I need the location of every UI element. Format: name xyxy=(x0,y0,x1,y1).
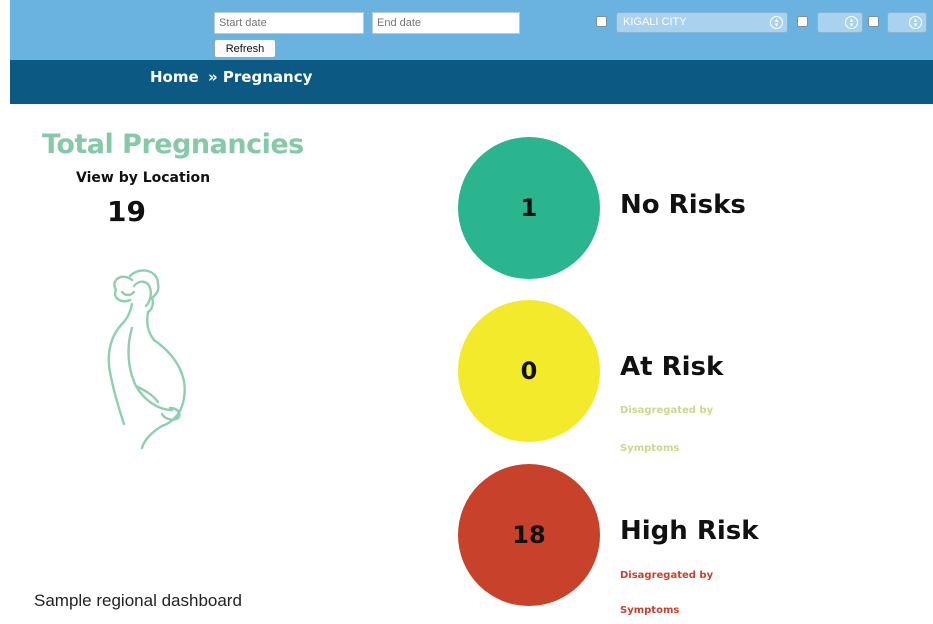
breadcrumb-bar xyxy=(10,60,933,104)
at-risk-symptoms-link[interactable]: Symptoms xyxy=(620,443,679,454)
high-risk-circle[interactable]: 18 xyxy=(458,464,600,606)
select-arrows-icon: ▴ ▾ xyxy=(845,16,858,29)
view-by-location-link[interactable]: View by Location xyxy=(76,170,210,186)
region-checkbox[interactable] xyxy=(596,16,607,27)
at-risk-count: 0 xyxy=(520,357,538,385)
breadcrumb-current: » Pregnancy xyxy=(208,68,313,86)
no-risks-circle[interactable]: 1 xyxy=(458,137,600,279)
figure-caption: Sample regional dashboard xyxy=(34,591,242,610)
at-risk-label: At Risk xyxy=(620,352,724,382)
start-date-input[interactable] xyxy=(214,12,364,34)
select-arrows-icon: ▴ ▾ xyxy=(770,16,783,29)
total-count: 19 xyxy=(107,195,146,228)
breadcrumb-home-link[interactable]: Home xyxy=(150,68,199,86)
at-risk-disaggregated-link[interactable]: Disagregated by xyxy=(620,405,713,416)
region-select-value: KIGALI CITY xyxy=(623,16,687,28)
high-risk-count: 18 xyxy=(512,521,546,549)
high-risk-symptoms-link[interactable]: Symptoms xyxy=(620,605,679,616)
region-select[interactable]: KIGALI CITY ▴ ▾ xyxy=(616,12,788,33)
district-checkbox[interactable] xyxy=(797,16,808,27)
high-risk-disaggregated-link[interactable]: Disagregated by xyxy=(620,570,713,581)
sector-checkbox[interactable] xyxy=(868,16,879,27)
page-title: Total Pregnancies xyxy=(42,129,304,160)
select-arrows-icon: ▴ ▾ xyxy=(909,16,922,29)
end-date-input[interactable] xyxy=(372,12,520,34)
high-risk-label: High Risk xyxy=(620,516,759,546)
sector-select[interactable]: ▴ ▾ xyxy=(887,12,927,33)
no-risks-count: 1 xyxy=(520,194,538,222)
district-select[interactable]: ▴ ▾ xyxy=(817,12,863,33)
refresh-button[interactable]: Refresh xyxy=(214,39,276,58)
no-risks-label: No Risks xyxy=(620,190,746,220)
pregnant-woman-icon xyxy=(107,269,186,450)
at-risk-circle[interactable]: 0 xyxy=(458,300,600,442)
